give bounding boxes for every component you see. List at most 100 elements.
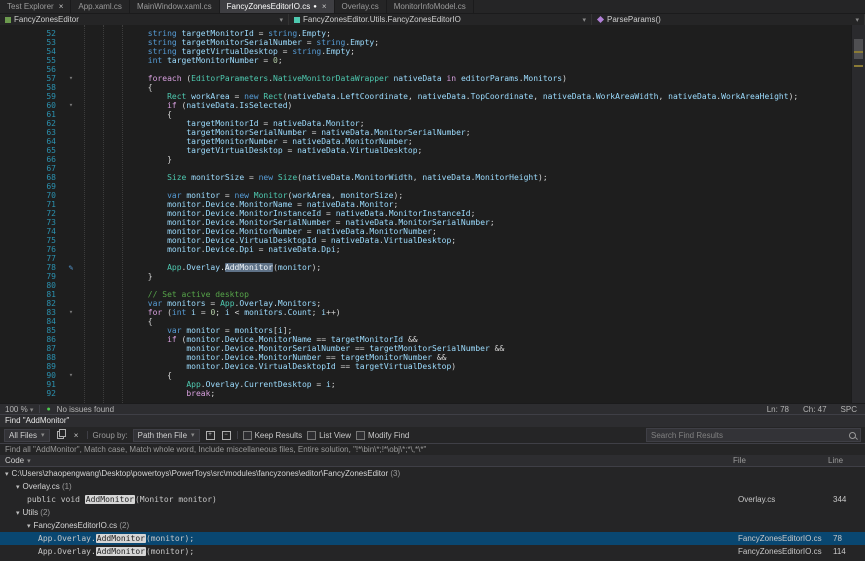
tab-mainwindow-xaml-cs[interactable]: MainWindow.xaml.cs [130,0,220,13]
line-number: 67 [0,164,62,173]
zoom-control[interactable]: 100 % ▾ [5,405,33,414]
result-text: public void AddMonitor(Monitor monitor) [0,495,738,504]
code-text: foreach (EditorParameters.NativeMonitorD… [80,74,852,83]
clear-results-button[interactable]: × [71,430,82,441]
editor-scrollbar[interactable] [851,25,865,403]
code-text: monitor.Device.MonitorInstanceId = nativ… [80,209,852,218]
code-text: string targetMonitorSerialNumber = strin… [80,38,852,47]
line-column-header[interactable]: Line [828,456,860,465]
line-number: 53 [0,38,62,47]
fold-chevron-icon[interactable]: ▾ [62,308,80,317]
results-header: Code ▾ File Line [0,455,865,467]
glyph-margin [62,299,80,308]
expand-arrow-icon[interactable]: ▾ [16,509,20,517]
file-cell: FancyZonesEditorIO.cs [738,547,833,556]
group-by-value: Path then File [138,431,187,440]
close-icon[interactable]: × [59,2,64,11]
line-number: 69 [0,182,62,191]
find-match-mark [854,65,863,67]
toggle-label: Modify Find [368,431,409,440]
line-number: 66 [0,155,62,164]
code-line-74: 74 monitor.Device.MonitorNumber = native… [0,227,852,236]
glyph-margin [62,164,80,173]
tab-fancyzoneseditorio-cs[interactable]: FancyZonesEditorIO.cs●× [220,0,335,13]
expand-arrow-icon[interactable]: ▾ [16,483,20,491]
panel-title: Find "AddMonitor" [0,415,865,427]
find-result-row[interactable]: App.Overlay.AddMonitor(monitor);FancyZon… [0,545,865,558]
line-number: 79 [0,272,62,281]
glyph-margin [62,137,80,146]
find-results-panel: Find "AddMonitor" All Files ▾ × Group by… [0,414,865,561]
project-dropdown[interactable]: FancyZonesEditor ▾ [0,14,289,25]
fold-chevron-icon[interactable]: ▾ [62,74,80,83]
code-text: { [80,110,852,119]
code-line-87: 87 monitor.Device.MonitorSerialNumber ==… [0,344,852,353]
code-text: string targetVirtualDesktop = string.Emp… [80,47,852,56]
find-group-row[interactable]: ▾Overlay.cs (1) [0,480,865,493]
scope-dropdown[interactable]: All Files ▾ [4,429,50,442]
tab-overlay-cs[interactable]: Overlay.cs [335,0,387,13]
find-match-mark [854,51,863,53]
glyph-margin [62,290,80,299]
line-number: 56 [0,65,62,74]
group-by-dropdown[interactable]: Path then File ▾ [133,429,200,442]
file-column-header[interactable]: File [733,456,828,465]
find-group-row[interactable]: ▾C:\Users\zhaopengwang\Desktop\powertoys… [0,467,865,480]
code-editor[interactable]: 52 string targetMonitorId = string.Empty… [0,25,865,403]
modify-find-toggle[interactable]: Modify Find [356,431,409,440]
code-line-62: 62 targetMonitorId = nativeData.Monitor; [0,119,852,128]
chevron-down-icon: ▾ [582,16,586,24]
tab-test-explorer[interactable]: Test Explorer× [0,0,71,13]
collapse-all-button[interactable]: − [221,430,232,441]
glyph-margin [62,227,80,236]
code-line-70: 70 var monitor = new Monitor(workArea, m… [0,191,852,200]
search-find-results-box[interactable] [646,428,861,442]
code-text: monitor.Device.VirtualDesktopId = native… [80,236,852,245]
glyph-margin [62,209,80,218]
type-dropdown[interactable]: FancyZonesEditor.Utils.FancyZonesEditorI… [289,14,592,25]
health-status[interactable]: No issues found [57,405,114,414]
code-line-66: 66 } [0,155,852,164]
fold-chevron-icon[interactable]: ▾ [62,101,80,110]
expand-arrow-icon[interactable]: ▾ [27,522,31,530]
expand-arrow-icon[interactable]: ▾ [5,470,9,478]
find-group-row[interactable]: ▾Utils (2) [0,506,865,519]
project-name: FancyZonesEditor [14,15,79,24]
code-line-92: 92 break; [0,389,852,398]
code-text: for (int i = 0; i < monitors.Count; i++) [80,308,852,317]
list-view-toggle[interactable]: List View [307,431,351,440]
code-line-78: 78✎ App.Overlay.AddMonitor(monitor); [0,263,852,272]
chevron-down-icon: ▾ [279,16,283,24]
find-result-row[interactable]: public void AddMonitor(Monitor monitor)O… [0,493,865,506]
tab-monitorinfomodel-cs[interactable]: MonitorInfoModel.cs [387,0,474,13]
section-label[interactable]: Code [5,456,24,465]
code-text: monitor.Device.MonitorName = nativeData.… [80,200,852,209]
scrollbar-thumb[interactable] [854,39,863,59]
member-dropdown[interactable]: ParseParams() ▾ [592,14,865,25]
glyph-margin [62,380,80,389]
chevron-down-icon: ▾ [855,16,859,24]
code-text: break; [80,389,852,398]
code-line-80: 80 [0,281,852,290]
code-text: targetVirtualDesktop = nativeData.Virtua… [80,146,852,155]
keep-results-toggle[interactable]: Keep Results [243,431,303,440]
find-result-row[interactable]: App.Overlay.AddMonitor(monitor);FancyZon… [0,532,865,545]
line-number: 87 [0,344,62,353]
find-group-row[interactable]: ▾FancyZonesEditorIO.cs (2) [0,519,865,532]
code-text [80,164,852,173]
code-line-86: 86 if (monitor.Device.MonitorName == tar… [0,335,852,344]
expand-all-button[interactable]: + [205,430,216,441]
line-number: 82 [0,299,62,308]
tab-app-xaml-cs[interactable]: App.xaml.cs [71,0,130,13]
glyph-margin [62,389,80,398]
copy-results-button[interactable] [55,430,66,441]
line-number: 58 [0,83,62,92]
search-input[interactable] [651,431,846,440]
code-text: monitor.Device.MonitorNumber == targetMo… [80,353,852,362]
fold-chevron-icon[interactable]: ▾ [62,371,80,380]
checkbox-icon [307,431,316,440]
code-line-58: 58 { [0,83,852,92]
code-text: monitor.Device.Dpi = nativeData.Dpi; [80,245,852,254]
close-icon[interactable]: × [322,2,327,11]
line-number: 61 [0,110,62,119]
